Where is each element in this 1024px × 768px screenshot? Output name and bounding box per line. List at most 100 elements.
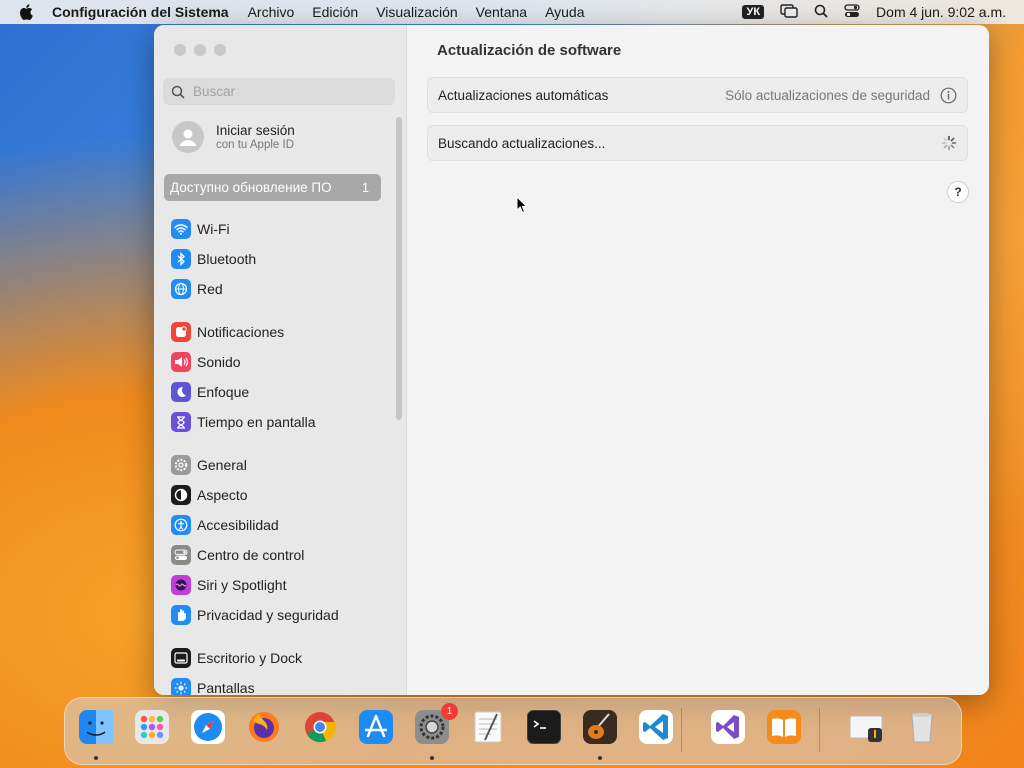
globe-icon	[171, 279, 191, 299]
sidebar-item-label: Notificaciones	[197, 324, 285, 340]
sidebar-item-label: Centro de control	[197, 547, 305, 563]
update-label: Доступно обновление ПО	[170, 180, 332, 195]
mouse-cursor-icon	[516, 195, 528, 219]
menu-bar: Configuración del Sistema Archivo Edició…	[0, 0, 1024, 24]
finder-icon[interactable]	[75, 706, 117, 748]
dock-separator	[681, 708, 682, 752]
dock-separator	[819, 708, 820, 752]
sidebar-item-aspecto[interactable]: Aspecto	[171, 484, 248, 506]
sidebar-item-label: Accesibilidad	[197, 517, 279, 533]
garageband-icon[interactable]	[579, 706, 621, 748]
safari-icon[interactable]	[187, 706, 229, 748]
sidebar-item-sonido[interactable]: Sonido	[171, 351, 241, 373]
spotlight-search-icon[interactable]	[814, 4, 828, 21]
sun-icon	[171, 678, 191, 695]
textedit-icon[interactable]	[467, 706, 509, 748]
info-icon[interactable]	[940, 87, 957, 104]
chrome-icon[interactable]	[299, 706, 341, 748]
wifi-icon	[171, 219, 191, 239]
sidebar-item-label: Pantallas	[197, 680, 255, 695]
signin-title: Iniciar sesión	[216, 123, 295, 138]
zoom-button[interactable]	[214, 44, 226, 56]
sidebar-item-accesibilidad[interactable]: Accesibilidad	[171, 514, 279, 536]
automatic-updates-label: Actualizaciones automáticas	[438, 87, 609, 103]
sidebar-item-enfoque[interactable]: Enfoque	[171, 381, 249, 403]
sidebar: Iniciar sesión con tu Apple ID Доступно …	[154, 25, 407, 695]
desktop-icon	[171, 648, 191, 668]
running-indicator	[598, 756, 602, 760]
input-source-indicator[interactable]: УК	[742, 5, 765, 19]
apple-id-signin[interactable]: Iniciar sesión con tu Apple ID	[172, 121, 295, 153]
gear-icon	[171, 455, 191, 475]
books-icon[interactable]	[763, 706, 805, 748]
sidebar-item-label: Privacidad y seguridad	[197, 607, 339, 623]
window-controls	[174, 44, 234, 56]
sidebar-item-centro-de-control[interactable]: Centro de control	[171, 544, 304, 566]
software-update-pane: Actualización de software Actualizacione…	[406, 25, 989, 695]
bell-icon	[171, 322, 191, 342]
minimize-button[interactable]	[194, 44, 206, 56]
running-indicator	[94, 756, 98, 760]
sidebar-item-tiempo-en-pantalla[interactable]: Tiempo en pantalla	[171, 411, 316, 433]
dock	[64, 697, 962, 765]
sidebar-item-notificaciones[interactable]: Notificaciones	[171, 321, 284, 343]
vscode-icon[interactable]	[635, 706, 677, 748]
menu-extras: УК Dom 4 jun. 9:02 a.m.	[726, 0, 1024, 24]
sidebar-item-label: Enfoque	[197, 384, 250, 400]
sidebar-item-pantallas[interactable]: Pantallas	[171, 677, 255, 695]
automatic-updates-row[interactable]: Actualizaciones automáticas Sólo actuali…	[427, 77, 968, 113]
sidebar-item-siri-y-spotlight[interactable]: Siri y Spotlight	[171, 574, 286, 596]
sidebar-item-general[interactable]: General	[171, 454, 247, 476]
firefox-icon[interactable]	[243, 706, 285, 748]
hand-icon	[171, 605, 191, 625]
sidebar-item-label: Sonido	[197, 354, 241, 370]
settings-notification-badge: 1	[441, 703, 458, 720]
sidebar-item-label: Red	[197, 281, 223, 297]
update-status-row: Buscando actualizaciones...	[427, 125, 968, 161]
menu-ventana[interactable]: Ventana	[467, 4, 536, 20]
control-center-icon	[171, 545, 191, 565]
siri-icon	[171, 575, 191, 595]
menu-archivo[interactable]: Archivo	[239, 4, 304, 20]
downloads-stack-icon[interactable]	[845, 706, 887, 748]
accessibility-icon	[171, 515, 191, 535]
menu-visualizacion[interactable]: Visualización	[367, 4, 466, 20]
update-status-text: Buscando actualizaciones...	[438, 135, 606, 151]
sidebar-item-red[interactable]: Red	[171, 278, 223, 300]
sidebar-item-label: Wi-Fi	[197, 221, 230, 237]
help-button[interactable]: ?	[947, 181, 969, 203]
sidebar-item-label: Siri y Spotlight	[197, 577, 287, 593]
update-count-badge: 1	[362, 180, 369, 195]
trash-icon[interactable]	[901, 706, 943, 748]
sidebar-scrollbar[interactable]	[396, 117, 402, 420]
search-input[interactable]	[191, 83, 385, 100]
menu-app-name[interactable]: Configuración del Sistema	[46, 4, 239, 20]
control-center-icon[interactable]	[844, 3, 860, 21]
visual-studio-icon[interactable]	[707, 706, 749, 748]
moon-icon	[171, 382, 191, 402]
sidebar-item-privacidad-y-seguridad[interactable]: Privacidad y seguridad	[171, 604, 339, 626]
sidebar-item-label: Bluetooth	[197, 251, 257, 267]
spinner-icon	[941, 135, 957, 151]
software-update-available-item[interactable]: Доступно обновление ПО 1	[164, 174, 381, 201]
menu-ayuda[interactable]: Ayuda	[536, 4, 593, 20]
sidebar-item-escritorio-y-dock[interactable]: Escritorio y Dock	[171, 647, 302, 669]
running-indicator	[430, 756, 434, 760]
apple-menu-icon[interactable]	[16, 4, 36, 20]
avatar	[172, 121, 204, 153]
menu-clock[interactable]: Dom 4 jun. 9:02 a.m.	[876, 4, 1006, 20]
bluetooth-icon	[171, 249, 191, 269]
screen-mirroring-icon[interactable]	[780, 3, 798, 21]
system-settings-window: Iniciar sesión con tu Apple ID Доступно …	[154, 25, 989, 695]
sidebar-item-label: General	[197, 457, 247, 473]
terminal-icon[interactable]	[523, 706, 565, 748]
menu-edicion[interactable]: Edición	[303, 4, 367, 20]
sidebar-item-label: Tiempo en pantalla	[197, 414, 316, 430]
search-field[interactable]	[163, 78, 395, 105]
launchpad-icon[interactable]	[131, 706, 173, 748]
appearance-icon	[171, 485, 191, 505]
app-store-icon[interactable]	[355, 706, 397, 748]
sidebar-item-bluetooth[interactable]: Bluetooth	[171, 248, 256, 270]
sidebar-item-wi-fi[interactable]: Wi-Fi	[171, 218, 230, 240]
close-button[interactable]	[174, 44, 186, 56]
